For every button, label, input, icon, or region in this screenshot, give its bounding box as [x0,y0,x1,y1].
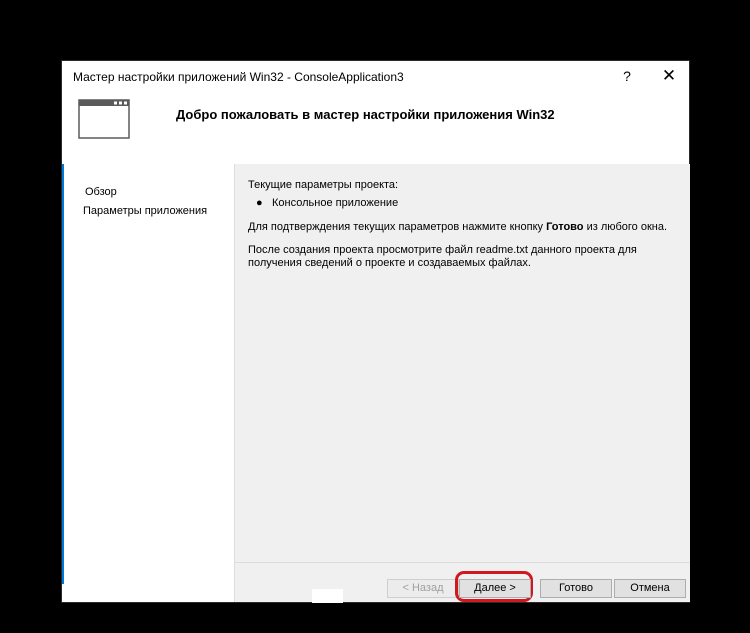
readme-text: После создания проекта просмотрите файл … [248,244,637,269]
title-bar: Мастер настройки приложений Win32 - Cons… [62,61,689,91]
content-pane: Текущие параметры проекта: ● Консольное п… [234,164,690,562]
cancel-button[interactable]: Отмена [614,579,686,598]
finish-button[interactable]: Готово [540,579,612,598]
bullet-item-text: Консольное приложение [272,197,399,209]
current-params-label: Текущие параметры проекта: [248,179,399,191]
finish-emphasis: Готово [546,221,584,233]
help-button[interactable]: ? [607,61,647,91]
bullet-list-item: ● Консольное приложение [256,197,398,209]
next-button[interactable]: Далее > [459,579,531,598]
wizard-dialog: Мастер настройки приложений Win32 - Cons… [61,60,690,603]
window-icon [78,99,130,139]
confirm-text: Для подтверждения текущих параметров наж… [248,221,668,233]
nav-item-overview[interactable]: Обзор [85,186,117,198]
page-title: Добро пожаловать в мастер настройки прил… [176,107,555,122]
window-title: Мастер настройки приложений Win32 - Cons… [73,70,404,84]
nav-item-app-settings[interactable]: Параметры приложения [83,205,207,217]
close-button[interactable]: ✕ [649,61,689,91]
wizard-nav: Обзор Параметры приложения [64,164,234,564]
wizard-header: Добро пожаловать в мастер настройки прил… [62,91,689,164]
button-bar: < Назад Далее > Готово Отмена [234,562,690,602]
taskbar-stub [312,589,343,603]
bullet-icon: ● [256,197,263,209]
back-button[interactable]: < Назад [387,579,459,598]
